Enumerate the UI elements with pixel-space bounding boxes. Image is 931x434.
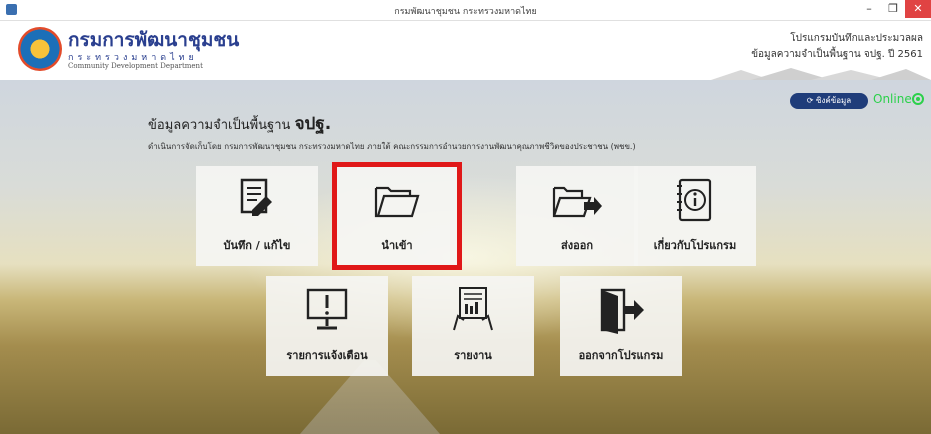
- tile-label: นำเข้า: [381, 239, 413, 252]
- tile-export[interactable]: ส่งออก: [516, 166, 638, 266]
- maximize-button[interactable]: ❐: [881, 0, 905, 18]
- online-status: Online: [873, 92, 912, 106]
- tile-import[interactable]: นำเข้า: [332, 162, 462, 270]
- program-name: โปรแกรมบันทึกและประมวลผล: [790, 33, 923, 44]
- tile-label: ออกจากโปรแกรม: [578, 349, 664, 362]
- report-icon: [453, 287, 493, 331]
- page-title-prefix: ข้อมูลความจำเป็นพื้นฐาน: [148, 118, 291, 133]
- department-logo: [18, 27, 62, 71]
- exit-door-icon: [600, 288, 644, 334]
- header-decoration: [711, 68, 931, 80]
- page-title-bold: จปฐ.: [294, 114, 332, 134]
- app-header: กรมการพัฒนาชุมชน กระทรวงมหาดไทย Communit…: [0, 21, 931, 80]
- tile-about[interactable]: เกี่ยวกับโปรแกรม: [634, 166, 756, 266]
- tile-record-edit[interactable]: บันทึก / แก้ไข: [196, 166, 318, 266]
- window-title: กรมพัฒนาชุมชน กระทรวงมหาดไทย: [394, 7, 537, 17]
- window-titlebar: กรมพัฒนาชุมชน กระทรวงมหาดไทย – ❐ ✕: [0, 0, 931, 21]
- tile-label: รายงาน: [454, 349, 492, 362]
- program-subtitle: ข้อมูลความจำเป็นพื้นฐาน จปฐ. ปี 2561: [751, 49, 923, 60]
- tile-label: บันทึก / แก้ไข: [223, 239, 291, 252]
- refresh-icon: ⟳: [806, 96, 814, 105]
- close-button[interactable]: ✕: [905, 0, 931, 18]
- tile-label: เกี่ยวกับโปรแกรม: [653, 239, 737, 252]
- main-panel: ข้อมูลความจำเป็นพื้นฐาน จปฐ. ดำเนินการจั…: [0, 80, 931, 434]
- sync-label: ซิงค์ข้อมูล: [816, 96, 852, 105]
- info-notebook-icon: [677, 178, 712, 222]
- minimize-button[interactable]: –: [857, 0, 881, 18]
- sync-button[interactable]: ⟳ ซิงค์ข้อมูล: [790, 93, 868, 109]
- monitor-alert-icon: [306, 288, 348, 330]
- brand-english: Community Development Department: [68, 62, 203, 70]
- online-indicator-icon: [912, 93, 924, 105]
- tile-exit[interactable]: ออกจากโปรแกรม: [560, 276, 682, 376]
- tile-reports[interactable]: รายงาน: [412, 276, 534, 376]
- tile-label: ส่งออก: [561, 239, 593, 252]
- tile-notifications[interactable]: รายการแจ้งเตือน: [266, 276, 388, 376]
- folder-open-icon: [374, 186, 420, 218]
- edit-document-icon: [240, 178, 272, 216]
- folder-export-icon: [552, 186, 602, 218]
- page-title: ข้อมูลความจำเป็นพื้นฐาน จปฐ.: [148, 110, 331, 137]
- tile-label: รายการแจ้งเตือน: [286, 349, 368, 362]
- page-subtitle: ดำเนินการจัดเก็บโดย กรมการพัฒนาชุมชน กระ…: [148, 142, 636, 151]
